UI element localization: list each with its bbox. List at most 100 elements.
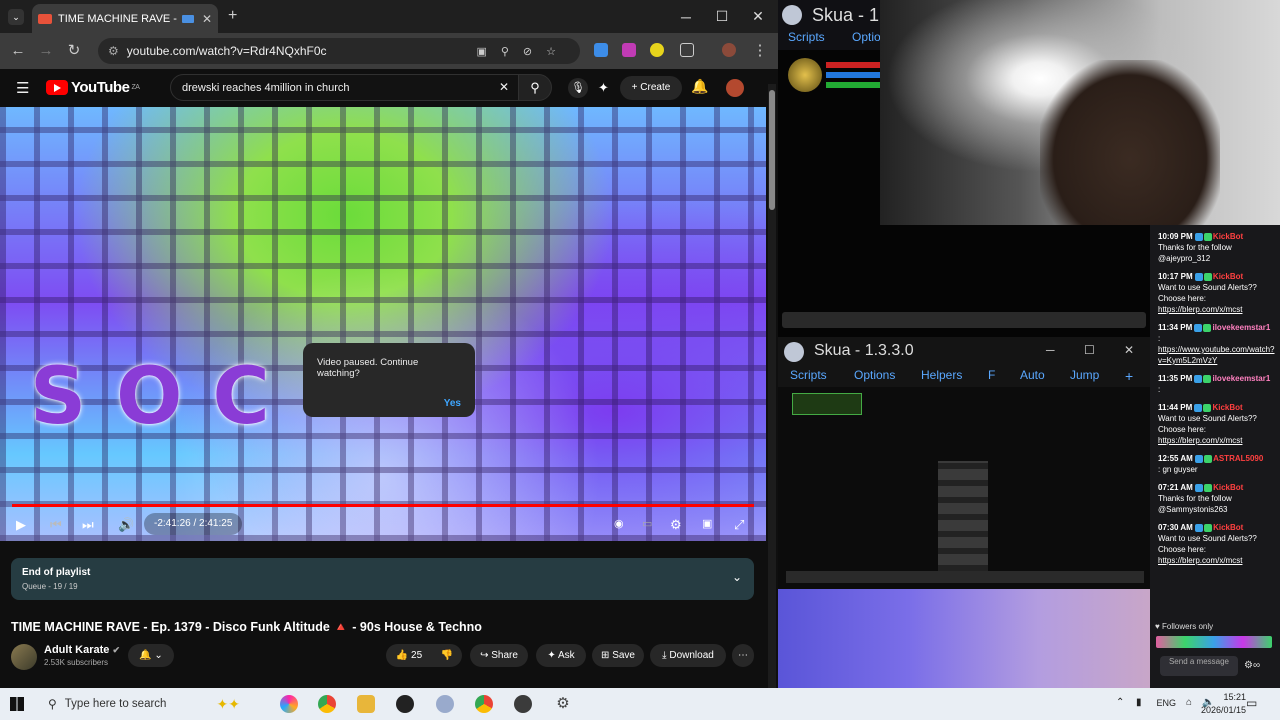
clear-search-icon[interactable]: ✕ xyxy=(499,80,509,94)
language-indicator[interactable]: ENG xyxy=(1156,698,1176,708)
subscribe-bell-button[interactable]: 🔔 ⌄ xyxy=(128,644,174,667)
obs-icon[interactable] xyxy=(396,695,414,713)
more-actions-button[interactable]: ⋯ xyxy=(732,644,754,667)
subtitles-icon[interactable]: ▭ xyxy=(642,517,652,530)
skua-menu-jump[interactable]: Jump xyxy=(1070,368,1099,382)
chevron-down-icon[interactable]: ⌄ xyxy=(732,570,742,584)
account-avatar[interactable] xyxy=(726,79,744,97)
chrome-profile-icon[interactable] xyxy=(475,695,493,713)
chat-username[interactable]: ilovekeemstar1 xyxy=(1212,323,1270,332)
miniplayer-icon[interactable]: ▣ xyxy=(702,517,712,530)
like-button[interactable]: 👍 25 xyxy=(386,644,432,667)
chat-username[interactable]: ilovekeemstar1 xyxy=(1212,374,1270,383)
omnibox[interactable]: ⚙ youtube.com/watch?v=Rdr4NQxhF0c ▣⚲⊘☆ xyxy=(98,38,580,64)
search-button[interactable]: ⚲ xyxy=(518,74,552,101)
emote-row[interactable] xyxy=(1156,636,1272,648)
forward-icon[interactable]: → xyxy=(36,41,56,61)
continue-yes-button[interactable]: Yes xyxy=(444,398,461,409)
site-info-icon[interactable]: ⚙ xyxy=(108,44,119,58)
channel-avatar[interactable] xyxy=(11,644,37,670)
file-explorer-icon[interactable] xyxy=(357,695,375,713)
play-icon[interactable]: ▶ xyxy=(16,517,26,533)
chat-link[interactable]: https://blerp.com/x/mcst xyxy=(1158,436,1242,445)
chat-link[interactable]: https://www.youtube.com/watch?v=Kym5L2mV… xyxy=(1158,345,1275,365)
playlist-panel[interactable]: End of playlist Queue - 19 / 19 ⌄ xyxy=(11,558,754,600)
extension-icon[interactable] xyxy=(594,43,608,57)
extension-wand-icon[interactable]: ✦ xyxy=(598,80,609,96)
taskbar-search[interactable]: ⚲ Type here to search ✦✦ xyxy=(40,688,240,720)
save-button[interactable]: ⊞ Save xyxy=(592,644,644,667)
volume-icon[interactable]: 🔊 xyxy=(118,517,134,533)
page-scrollbar[interactable] xyxy=(768,84,776,688)
app-icon[interactable] xyxy=(436,695,454,713)
download-button[interactable]: ⤓ Download xyxy=(650,644,726,667)
extension-icon[interactable] xyxy=(622,43,636,57)
skua-close-button[interactable]: ✕ xyxy=(1124,343,1134,357)
chat-username[interactable]: KickBot xyxy=(1213,523,1243,532)
chrome-icon[interactable] xyxy=(318,695,336,713)
chat-username[interactable]: KickBot xyxy=(1213,232,1243,241)
clock[interactable]: 15:21 2026/01/15 xyxy=(1201,691,1246,717)
chevron-up-icon[interactable]: ⌃ xyxy=(1116,697,1124,708)
search-input[interactable]: drewski reaches 4million in church ✕ xyxy=(170,74,520,101)
skua-top-menu-options[interactable]: Optio xyxy=(852,30,881,44)
skua-menu-add[interactable]: + xyxy=(1125,368,1133,384)
copilot-icon[interactable] xyxy=(280,695,298,713)
minimize-button[interactable]: ─ xyxy=(668,0,704,33)
ask-button[interactable]: ✦ Ask xyxy=(536,644,586,667)
chat-username[interactable]: KickBot xyxy=(1213,272,1243,281)
microphone-icon[interactable]: ▮ xyxy=(1136,697,1142,708)
skua-menu-scripts[interactable]: Scripts xyxy=(790,368,827,382)
profile-avatar-icon[interactable] xyxy=(722,43,736,57)
skua-menu-helpers[interactable]: Helpers xyxy=(921,368,962,382)
chat-message-input[interactable]: Send a message xyxy=(1160,656,1238,676)
create-button[interactable]: + Create xyxy=(620,76,682,100)
chat-settings-icon[interactable]: ⚙∞ xyxy=(1244,660,1260,671)
chat-username[interactable]: KickBot xyxy=(1213,483,1243,492)
skua-menu-f[interactable]: F xyxy=(988,368,995,382)
youtube-logo[interactable]: YouTube ZA xyxy=(46,79,140,96)
skua-menu-auto[interactable]: Auto xyxy=(1020,368,1045,382)
close-window-button[interactable]: ✕ xyxy=(740,0,776,33)
notifications-bell-icon[interactable]: 🔔 xyxy=(691,78,708,95)
game-action-bar[interactable] xyxy=(782,312,1146,328)
extension-icon[interactable] xyxy=(650,43,664,57)
chat-link[interactable]: https://blerp.com/x/mcst xyxy=(1158,305,1242,314)
maximize-button[interactable]: ☐ xyxy=(704,0,740,33)
fullscreen-icon[interactable]: ⤢ xyxy=(734,517,744,533)
chrome-menu-icon[interactable]: ⋮ xyxy=(750,41,770,61)
reload-icon[interactable]: ↻ xyxy=(64,41,84,61)
share-button[interactable]: ↪ Share xyxy=(470,644,528,667)
tab-close-icon[interactable]: ✕ xyxy=(202,12,212,26)
hamburger-menu-icon[interactable]: ☰ xyxy=(16,79,29,97)
tab-search-button[interactable]: ⌄ xyxy=(8,9,24,25)
skua-maximize-button[interactable]: ☐ xyxy=(1084,343,1095,357)
autoplay-toggle-icon[interactable]: ◉ xyxy=(614,517,624,530)
voice-search-icon[interactable]: 🎙 xyxy=(568,78,588,98)
skua-top-menu-scripts[interactable]: Scripts xyxy=(788,30,825,44)
skua-action-bar[interactable] xyxy=(786,571,1144,583)
chat-username[interactable]: ASTRAL5090 xyxy=(1213,454,1263,463)
channel-name[interactable]: Adult Karate ✔ xyxy=(44,644,120,656)
extensions-puzzle-icon[interactable] xyxy=(680,43,694,57)
chat-username[interactable]: KickBot xyxy=(1212,403,1242,412)
previous-icon[interactable]: ⏮ xyxy=(50,517,62,533)
settings-gear-icon[interactable]: ⚙ xyxy=(554,695,572,713)
next-icon[interactable]: ⏭ xyxy=(82,517,94,533)
skua-menu-options[interactable]: Options xyxy=(854,368,895,382)
new-tab-button[interactable]: + xyxy=(228,7,237,25)
windows-start-icon[interactable] xyxy=(10,697,24,711)
settings-gear-icon[interactable]: ⚙ xyxy=(670,517,682,533)
notification-icon[interactable]: ▭ xyxy=(1246,696,1257,710)
skua-drop-list[interactable] xyxy=(938,461,988,571)
video-player[interactable]: SOC Video paused. Continue watching? Yes… xyxy=(0,107,766,541)
skua-taskbar-icon[interactable] xyxy=(514,695,532,713)
skua-minimize-button[interactable]: ─ xyxy=(1046,343,1055,357)
dislike-button[interactable]: 👎 xyxy=(432,644,462,667)
omnibox-actions-icons[interactable]: ▣⚲⊘☆ xyxy=(476,45,570,58)
network-icon[interactable]: ⌂ xyxy=(1186,697,1192,708)
chat-link[interactable]: https://blerp.com/x/mcst xyxy=(1158,556,1242,565)
tab-youtube[interactable]: TIME MACHINE RAVE - Ep. ✕ xyxy=(32,4,218,33)
back-icon[interactable]: ← xyxy=(8,41,28,61)
progress-bar[interactable] xyxy=(12,504,754,507)
